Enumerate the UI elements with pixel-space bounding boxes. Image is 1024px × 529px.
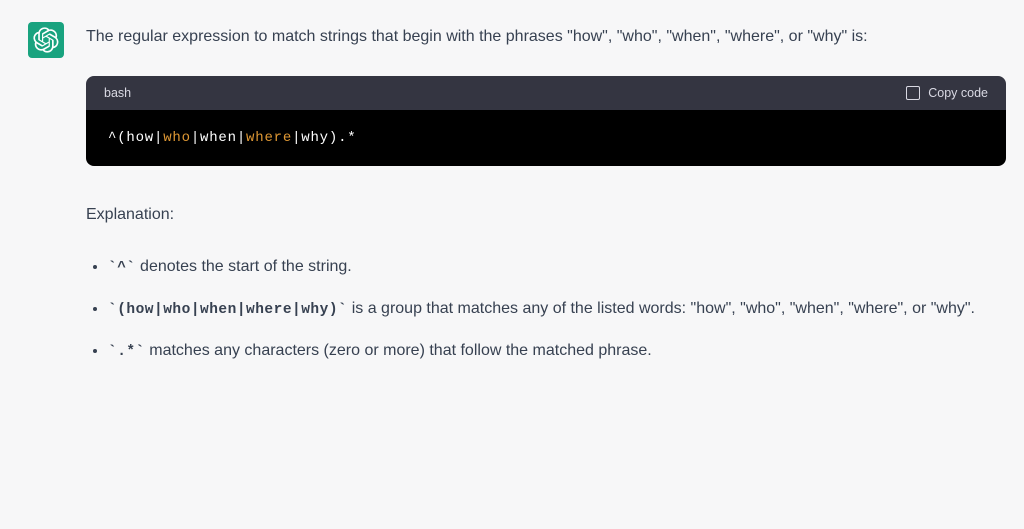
message-container: The regular expression to match strings … [0, 0, 1024, 378]
openai-logo-icon [33, 27, 59, 53]
copy-code-button[interactable]: Copy code [906, 86, 988, 100]
code-token: ^(how [108, 130, 154, 146]
list-item: `^` denotes the start of the string. [108, 252, 1006, 282]
code-token: where [246, 130, 292, 146]
code-token: who [163, 130, 191, 146]
list-item: `(how|who|when|where|why)` is a group th… [108, 294, 1006, 324]
intro-text: The regular expression to match strings … [86, 22, 1006, 52]
list-item-text: denotes the start of the string. [136, 258, 352, 275]
list-item-text: matches any characters (zero or more) th… [145, 342, 652, 359]
explanation-heading: Explanation: [86, 206, 1006, 224]
assistant-avatar [28, 22, 64, 58]
copy-code-label: Copy code [928, 86, 988, 100]
list-item-text: is a group that matches any of the liste… [347, 300, 975, 317]
code-token: |when| [191, 130, 246, 146]
code-header: bash Copy code [86, 76, 1006, 110]
code-block: bash Copy code ^(how|who|when|where|why)… [86, 76, 1006, 166]
inline-code: `(how|who|when|where|why)` [108, 302, 347, 318]
message-content: The regular expression to match strings … [86, 22, 1006, 378]
inline-code: `^` [108, 260, 136, 276]
explanation-list: `^` denotes the start of the string. `(ho… [86, 252, 1006, 365]
inline-code: `.*` [108, 344, 145, 360]
list-item: `.*` matches any characters (zero or mor… [108, 336, 1006, 366]
code-language-label: bash [104, 86, 131, 100]
clipboard-icon [906, 86, 920, 100]
code-token: | [154, 130, 163, 146]
code-token: |why).* [292, 130, 356, 146]
code-body[interactable]: ^(how|who|when|where|why).* [86, 110, 1006, 166]
